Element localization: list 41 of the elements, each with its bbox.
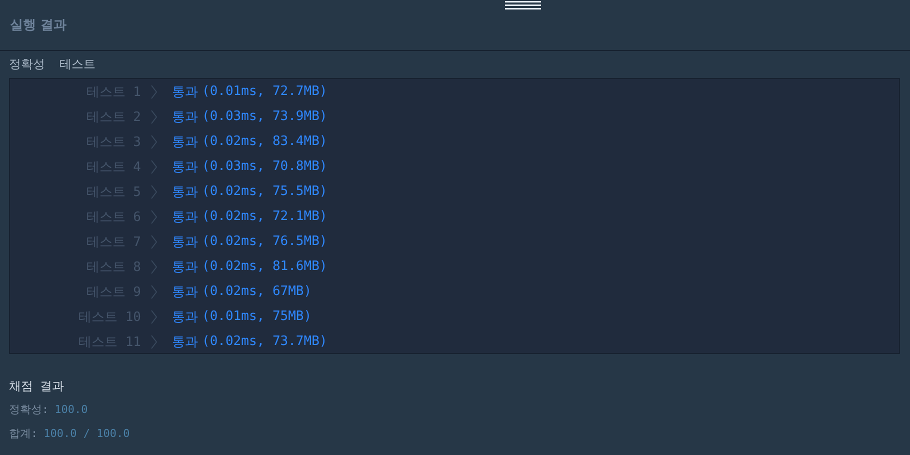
test-result: 통과 [172,84,198,100]
score-label: 정확성: [9,403,49,416]
test-result: 통과 [172,234,198,250]
test-detail: (0.02ms, 83.4MB) [202,134,328,149]
test-detail: (0.02ms, 81.6MB) [202,259,328,274]
section-title: 정확성 테스트 [9,56,96,73]
chevron-icon [151,260,157,274]
grading-title: 채점 결과 [9,378,66,395]
panel-title: 실행 결과 [10,18,67,33]
test-result: 통과 [172,334,198,350]
chevron-icon [151,234,157,248]
score-label: 합계: [9,427,38,440]
test-result: 통과 [172,134,198,150]
test-detail: (0.03ms, 73.9MB) [202,109,328,124]
test-detail: (0.02ms, 75.5MB) [202,184,328,199]
test-detail: (0.01ms, 75MB) [202,309,312,324]
chevron-icon [151,334,157,348]
test-detail: (0.02ms, 76.5MB) [202,234,328,249]
test-result: 통과 [172,308,198,326]
test-detail: (0.02ms, 72.1MB) [202,209,328,224]
score-value: 100.0 / 100.0 [44,427,130,440]
chevron-icon [151,184,157,198]
drag-handle-icon[interactable] [505,0,541,10]
test-result: 통과 [172,184,198,200]
chevron-icon [151,134,157,148]
chevron-icon [151,160,157,174]
test-result: 통과 [172,108,198,126]
chevron-icon [151,210,157,224]
test-detail: (0.02ms, 73.7MB) [202,334,328,349]
score-value: 100.0 [54,403,88,416]
test-result: 통과 [172,158,198,176]
test-result: 통과 [172,208,198,226]
chevron-icon [151,84,157,98]
chevron-icon [151,110,157,124]
test-result: 통과 [172,258,198,276]
chevron-icon [151,284,157,298]
test-detail: (0.03ms, 70.8MB) [202,159,328,174]
test-detail: (0.01ms, 72.7MB) [202,84,328,99]
test-detail: (0.02ms, 67MB) [202,284,312,299]
test-result: 통과 [172,284,198,300]
chevron-icon [151,310,157,324]
